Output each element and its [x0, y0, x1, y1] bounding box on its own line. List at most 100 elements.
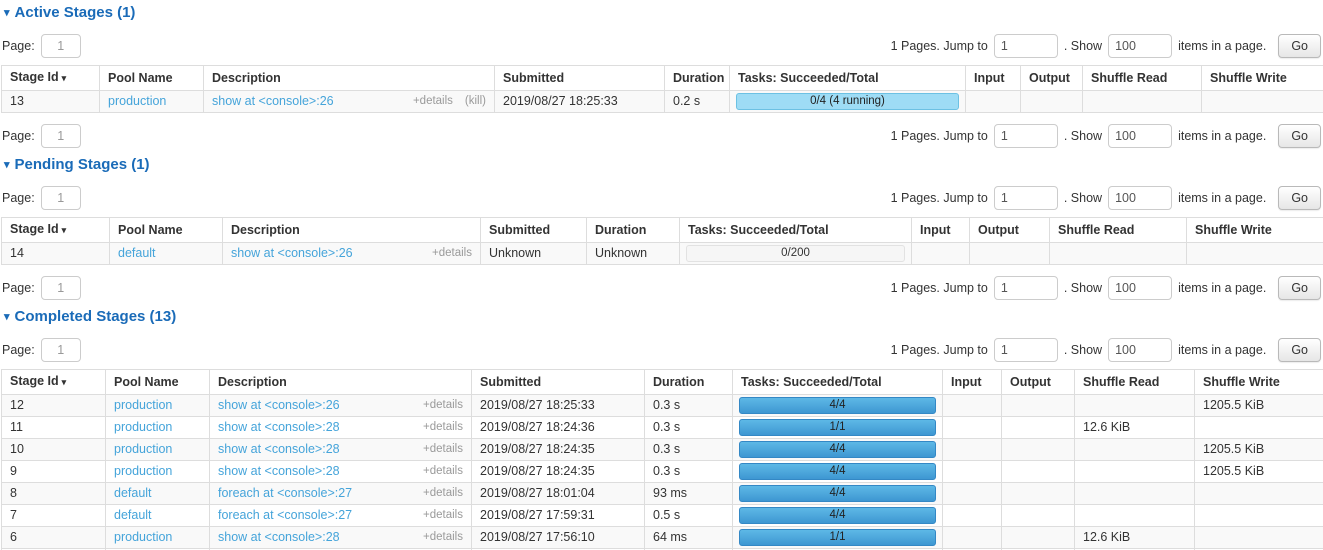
description-link[interactable]: show at <console>:28 [218, 442, 340, 457]
description-link[interactable]: show at <console>:26 [218, 398, 340, 413]
col-header-tasks[interactable]: Tasks: Succeeded/Total [680, 218, 912, 243]
details-toggle[interactable]: +details [413, 94, 453, 109]
kill-link[interactable]: (kill) [465, 94, 486, 109]
pool-name-link[interactable]: production [114, 398, 172, 412]
col-header-shuffle-write[interactable]: Shuffle Write [1187, 218, 1323, 243]
details-toggle[interactable]: +details [423, 442, 463, 457]
col-header-stage-id[interactable]: Stage Id▾ [2, 370, 106, 395]
col-header-duration[interactable]: Duration [587, 218, 680, 243]
submitted-cell: 2019/08/27 18:01:04 [472, 483, 645, 505]
go-button[interactable]: Go [1278, 124, 1321, 148]
col-header-output[interactable]: Output [1021, 66, 1083, 91]
pool-name-link[interactable]: default [114, 486, 152, 500]
col-header-description[interactable]: Description [223, 218, 481, 243]
input-cell [943, 505, 1002, 527]
col-header-shuffle-read[interactable]: Shuffle Read [1050, 218, 1187, 243]
page-number-input[interactable] [41, 34, 81, 58]
col-header-input[interactable]: Input [912, 218, 970, 243]
description-link[interactable]: show at <console>:28 [218, 530, 340, 545]
col-header-input[interactable]: Input [966, 66, 1021, 91]
sort-arrow-icon: ▾ [62, 73, 67, 83]
jump-to-page-input[interactable] [994, 276, 1058, 300]
show-label: . Show [1064, 281, 1102, 295]
jump-to-page-input[interactable] [994, 338, 1058, 362]
col-header-shuffle-read[interactable]: Shuffle Read [1083, 66, 1202, 91]
description-link[interactable]: show at <console>:26 [231, 246, 353, 261]
col-header-shuffle-write[interactable]: Shuffle Write [1202, 66, 1323, 91]
col-header-description[interactable]: Description [210, 370, 472, 395]
pool-name-link[interactable]: production [114, 420, 172, 434]
details-toggle[interactable]: +details [423, 420, 463, 435]
description-link[interactable]: foreach at <console>:27 [218, 486, 352, 501]
pool-name-link[interactable]: default [114, 508, 152, 522]
completed-stages-header[interactable]: ▾ Completed Stages (13) [4, 307, 1322, 327]
col-header-shuffle-read[interactable]: Shuffle Read [1075, 370, 1195, 395]
pool-name-link[interactable]: default [118, 246, 156, 260]
go-button[interactable]: Go [1278, 276, 1321, 300]
col-header-submitted[interactable]: Submitted [495, 66, 665, 91]
col-header-submitted[interactable]: Submitted [481, 218, 587, 243]
col-header-pool-name[interactable]: Pool Name [110, 218, 223, 243]
go-button[interactable]: Go [1278, 34, 1321, 58]
active-stages-header[interactable]: ▾ Active Stages (1) [4, 3, 1322, 23]
details-toggle[interactable]: +details [423, 398, 463, 413]
col-header-shuffle-write[interactable]: Shuffle Write [1195, 370, 1323, 395]
col-header-duration[interactable]: Duration [665, 66, 730, 91]
input-cell [966, 91, 1021, 113]
output-cell [1002, 483, 1075, 505]
description-cell: show at <console>:26 +details (kill) [204, 91, 495, 113]
details-toggle[interactable]: +details [423, 508, 463, 523]
col-header-output[interactable]: Output [970, 218, 1050, 243]
col-header-tasks[interactable]: Tasks: Succeeded/Total [733, 370, 943, 395]
go-button[interactable]: Go [1278, 186, 1321, 210]
pending-stages-header[interactable]: ▾ Pending Stages (1) [4, 155, 1322, 175]
description-link[interactable]: show at <console>:28 [218, 420, 340, 435]
show-items-input[interactable] [1108, 276, 1172, 300]
tasks-progress-bar: 1/1 [739, 529, 936, 546]
details-toggle[interactable]: +details [423, 486, 463, 501]
description-cell: show at <console>:28 +details [210, 417, 472, 439]
pool-name-link[interactable]: production [114, 530, 172, 544]
pool-name-link[interactable]: production [108, 94, 166, 108]
duration-cell: 0.2 s [665, 91, 730, 113]
col-header-tasks[interactable]: Tasks: Succeeded/Total [730, 66, 966, 91]
col-header-input[interactable]: Input [943, 370, 1002, 395]
show-items-input[interactable] [1108, 338, 1172, 362]
details-toggle[interactable]: +details [423, 464, 463, 479]
jump-to-page-input[interactable] [994, 34, 1058, 58]
col-header-duration[interactable]: Duration [645, 370, 733, 395]
description-link[interactable]: show at <console>:26 [212, 94, 334, 109]
jump-to-page-input[interactable] [994, 124, 1058, 148]
page-number-input[interactable] [41, 124, 81, 148]
page-number-input[interactable] [41, 276, 81, 300]
show-label: . Show [1064, 129, 1102, 143]
page-number-input[interactable] [41, 186, 81, 210]
col-header-stage-id[interactable]: Stage Id▾ [2, 66, 100, 91]
go-button[interactable]: Go [1278, 338, 1321, 362]
tasks-progress-bar: 1/1 [739, 419, 936, 436]
pagination-bar: Page: 1 Pages. Jump to . Show items in a… [2, 33, 1321, 59]
show-items-input[interactable] [1108, 34, 1172, 58]
col-header-pool-name[interactable]: Pool Name [100, 66, 204, 91]
details-toggle[interactable]: +details [432, 246, 472, 261]
tasks-progress-label: 1/1 [830, 421, 846, 433]
show-items-input[interactable] [1108, 186, 1172, 210]
col-header-stage-id[interactable]: Stage Id▾ [2, 218, 110, 243]
show-items-input[interactable] [1108, 124, 1172, 148]
details-toggle[interactable]: +details [423, 530, 463, 545]
page-selector: Page: [2, 186, 81, 210]
col-header-pool-name[interactable]: Pool Name [106, 370, 210, 395]
col-header-submitted[interactable]: Submitted [472, 370, 645, 395]
jump-to-page-input[interactable] [994, 186, 1058, 210]
pool-name-link[interactable]: production [114, 442, 172, 456]
col-header-description[interactable]: Description [204, 66, 495, 91]
table-header-row: Stage Id▾ Pool Name Description Submitte… [2, 218, 1323, 243]
tasks-progress-bar: 4/4 [739, 397, 936, 414]
col-header-output[interactable]: Output [1002, 370, 1075, 395]
shuffle-write-cell [1202, 91, 1323, 113]
description-link[interactable]: show at <console>:28 [218, 464, 340, 479]
pool-name-link[interactable]: production [114, 464, 172, 478]
pages-count-text: 1 Pages. Jump to [891, 39, 988, 53]
description-link[interactable]: foreach at <console>:27 [218, 508, 352, 523]
page-number-input[interactable] [41, 338, 81, 362]
